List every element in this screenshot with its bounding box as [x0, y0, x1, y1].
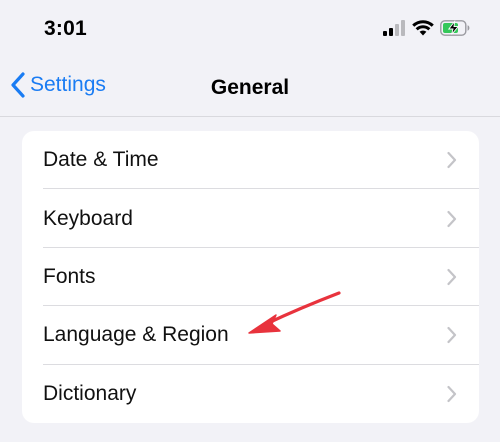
chevron-right-icon — [447, 385, 457, 402]
status-bar: 3:01 — [0, 0, 500, 60]
page-title: General — [210, 76, 290, 99]
chevron-right-icon — [447, 327, 457, 344]
list-item-fonts[interactable]: Fonts — [22, 248, 479, 307]
list-item-dictionary[interactable]: Dictionary — [22, 365, 479, 423]
navigation-bar: Settings General — [0, 60, 500, 117]
list-item-language-region[interactable]: Language & Region — [22, 306, 479, 365]
list-item-label: Date & Time — [43, 148, 159, 172]
settings-list: Date & Time Keyboard Fonts Language & Re… — [22, 131, 479, 423]
status-icons — [382, 20, 470, 36]
wifi-icon — [412, 20, 434, 36]
list-item-label: Fonts — [43, 264, 96, 288]
status-time: 3:01 — [44, 17, 87, 40]
list-item-date-time[interactable]: Date & Time — [22, 131, 479, 190]
cellular-signal-icon — [383, 20, 405, 36]
battery-charging-icon — [440, 20, 470, 36]
chevron-right-icon — [447, 152, 457, 169]
chevron-right-icon — [447, 210, 457, 227]
list-item-label: Dictionary — [43, 381, 137, 405]
list-item-keyboard[interactable]: Keyboard — [22, 189, 479, 249]
list-item-label: Keyboard — [43, 206, 133, 230]
list-item-label: Language & Region — [43, 323, 229, 347]
chevron-right-icon — [447, 268, 457, 286]
